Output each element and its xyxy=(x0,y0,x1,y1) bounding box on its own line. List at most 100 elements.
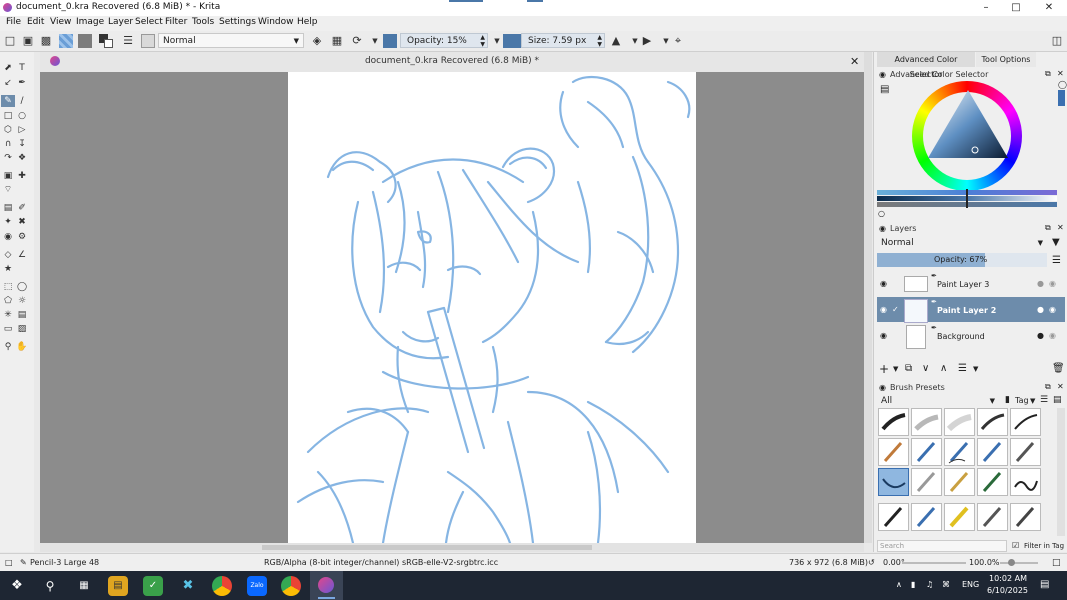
menu-view[interactable]: View xyxy=(50,17,71,27)
float-docker-icon[interactable]: ⧉ xyxy=(1045,69,1051,79)
colorize-mask-icon[interactable]: ✖ xyxy=(16,216,28,228)
lock-icon[interactable]: ● xyxy=(1037,279,1044,288)
brush-preset[interactable] xyxy=(977,468,1008,496)
tab-tool-options[interactable]: Tool Options xyxy=(976,52,1036,67)
spin-arrows-icon[interactable]: ▲ ▼ xyxy=(597,34,602,48)
visibility-eye-icon[interactable]: ◉ xyxy=(880,305,887,314)
brush-settings-icon[interactable]: ☰ xyxy=(121,34,135,48)
polygon-select-icon[interactable]: ⬠ xyxy=(2,295,14,307)
move-layer-down-icon[interactable]: ∨ xyxy=(922,363,929,374)
notifications-icon[interactable]: ▤ xyxy=(1040,579,1049,590)
add-layer-dropdown-icon[interactable]: ▼ xyxy=(893,365,898,373)
tag-dropdown-icon[interactable]: ▼ xyxy=(1030,397,1035,405)
reference-tool-icon[interactable]: ★ xyxy=(2,263,14,275)
app-cross-icon[interactable]: ✖ xyxy=(178,576,198,596)
menu-edit[interactable]: Edit xyxy=(27,17,44,27)
eraser-icon[interactable]: ◈ xyxy=(310,34,324,48)
assistant-tool-icon[interactable]: ◇ xyxy=(2,249,14,261)
magnetic-select-icon[interactable]: ▨ xyxy=(16,323,28,335)
volume-icon[interactable]: ♫ xyxy=(926,580,933,589)
calligraphy-icon[interactable]: ✒ xyxy=(16,77,28,89)
contiguous-select-icon[interactable]: ✳ xyxy=(2,309,14,321)
brush-preset[interactable] xyxy=(878,503,909,531)
ellipse-tool-icon[interactable]: ○ xyxy=(16,110,28,122)
layer-options-icon[interactable]: ☰ xyxy=(1052,255,1061,266)
text-tool-icon[interactable]: T xyxy=(16,62,28,74)
presets-search-input[interactable]: Search xyxy=(877,540,1007,552)
line-tool-icon[interactable]: ∕ xyxy=(16,95,28,107)
lock-icon[interactable]: ● xyxy=(1037,331,1044,340)
brush-preset[interactable] xyxy=(1010,503,1041,531)
blend-mode-select[interactable]: Normal ▼ xyxy=(158,33,304,48)
color-selector-menu-icon[interactable]: ◯ xyxy=(1058,80,1067,89)
transform-tool-icon[interactable]: ▣ xyxy=(2,170,14,182)
brush-preset[interactable] xyxy=(878,438,909,466)
brush-preset[interactable] xyxy=(1010,468,1041,496)
layer-blend-select[interactable]: Normal ▼ xyxy=(877,236,1047,251)
fill-tool-icon[interactable]: ◉ xyxy=(2,231,14,243)
open-document-icon[interactable]: ▣ xyxy=(21,34,35,48)
layer-properties-dropdown-icon[interactable]: ▼ xyxy=(973,365,978,373)
brush-preset[interactable] xyxy=(944,468,975,496)
document-tab[interactable]: document_0.kra Recovered (6.8 MiB) * ✕ xyxy=(40,52,864,72)
clock-time[interactable]: 10:02 AM xyxy=(989,574,1027,583)
zoom-slider[interactable] xyxy=(1000,562,1038,564)
layer-filter-icon[interactable]: ▼ xyxy=(1052,237,1060,248)
freehand-path-icon[interactable]: ↧ xyxy=(16,138,28,150)
add-layer-icon[interactable]: + xyxy=(879,362,889,376)
brush-preset[interactable] xyxy=(1010,408,1041,436)
polyline-tool-icon[interactable]: ▷ xyxy=(16,124,28,136)
menu-select[interactable]: Select xyxy=(135,17,163,27)
menu-filter[interactable]: Filter xyxy=(165,17,187,27)
wrap-around-icon[interactable]: ⌖ xyxy=(671,34,685,48)
menu-file[interactable]: File xyxy=(6,17,21,27)
multibrush-icon[interactable]: ❖ xyxy=(16,152,28,164)
app-green-icon[interactable]: ✓ xyxy=(143,576,163,596)
presets-tag-label[interactable]: Tag xyxy=(1015,396,1029,405)
windows-start-icon[interactable]: ❖ xyxy=(7,576,27,596)
move-tool-icon[interactable]: ✚ xyxy=(16,170,28,182)
language-indicator[interactable]: ENG xyxy=(962,580,979,589)
dynamic-brush-icon[interactable]: ↷ xyxy=(2,152,14,164)
bookmark-icon[interactable]: ▮ xyxy=(1005,395,1010,405)
file-explorer-icon[interactable]: ▤ xyxy=(108,576,128,596)
save-document-icon[interactable]: ▩ xyxy=(39,34,53,48)
measure-tool-icon[interactable]: ∠ xyxy=(16,249,28,261)
move-layer-up-icon[interactable]: ∧ xyxy=(940,363,947,374)
menu-tools[interactable]: Tools xyxy=(192,17,214,27)
float-presets-icon[interactable]: ⧉ xyxy=(1045,382,1051,392)
reload-dropdown-icon[interactable]: ▼ xyxy=(368,34,382,48)
size-slider[interactable]: Size: 7.59 px ▲ ▼ xyxy=(521,33,605,48)
visibility-eye-icon[interactable]: ◉ xyxy=(880,279,887,288)
close-layers-icon[interactable]: ✕ xyxy=(1057,223,1064,232)
presets-view-icon[interactable]: ☰ xyxy=(1040,395,1048,405)
pattern-swatch[interactable] xyxy=(78,34,92,48)
smart-patch-icon[interactable]: ✦ xyxy=(2,216,14,228)
polygon-tool-icon[interactable]: ⬡ xyxy=(2,124,14,136)
tab-advanced-color-selector[interactable]: Advanced Color Selector xyxy=(877,52,975,79)
menu-layer[interactable]: Layer xyxy=(108,17,133,27)
layer-properties-icon[interactable]: ☰ xyxy=(958,363,967,374)
brush-preset[interactable] xyxy=(911,503,942,531)
visibility-eye-icon[interactable]: ◉ xyxy=(880,331,887,340)
brush-preset[interactable] xyxy=(944,503,975,531)
minimize-button[interactable]: – xyxy=(972,0,1000,16)
horizontal-scroll-thumb[interactable] xyxy=(262,545,592,550)
brush-preset[interactable] xyxy=(977,408,1008,436)
canvas-vertical-scrollbar[interactable] xyxy=(864,52,872,543)
zoom-tool-icon[interactable]: ⚲ xyxy=(2,341,14,353)
canvas-paper[interactable] xyxy=(288,72,696,543)
task-view-icon[interactable]: ▦ xyxy=(74,576,94,596)
rotate-icon[interactable]: ↺ xyxy=(868,558,875,567)
close-presets-icon[interactable]: ✕ xyxy=(1057,382,1064,391)
layer-opacity-slider[interactable]: Opacity: 67% xyxy=(877,253,1047,267)
float-layers-icon[interactable]: ⧉ xyxy=(1045,223,1051,233)
filter-in-tag-checkbox[interactable]: ☑ xyxy=(1012,541,1019,550)
color-triangle[interactable] xyxy=(923,88,1013,168)
select-shapes-icon[interactable]: ⬈ xyxy=(2,62,14,74)
gradient-tool-icon[interactable]: ▤ xyxy=(2,202,14,214)
refresh-color-icon[interactable]: ○ xyxy=(878,209,885,218)
freehand-brush-icon[interactable]: ✎ xyxy=(1,95,15,107)
pan-tool-icon[interactable]: ✋ xyxy=(16,341,28,353)
alpha-lock-icon[interactable]: ◉ xyxy=(1049,331,1056,340)
